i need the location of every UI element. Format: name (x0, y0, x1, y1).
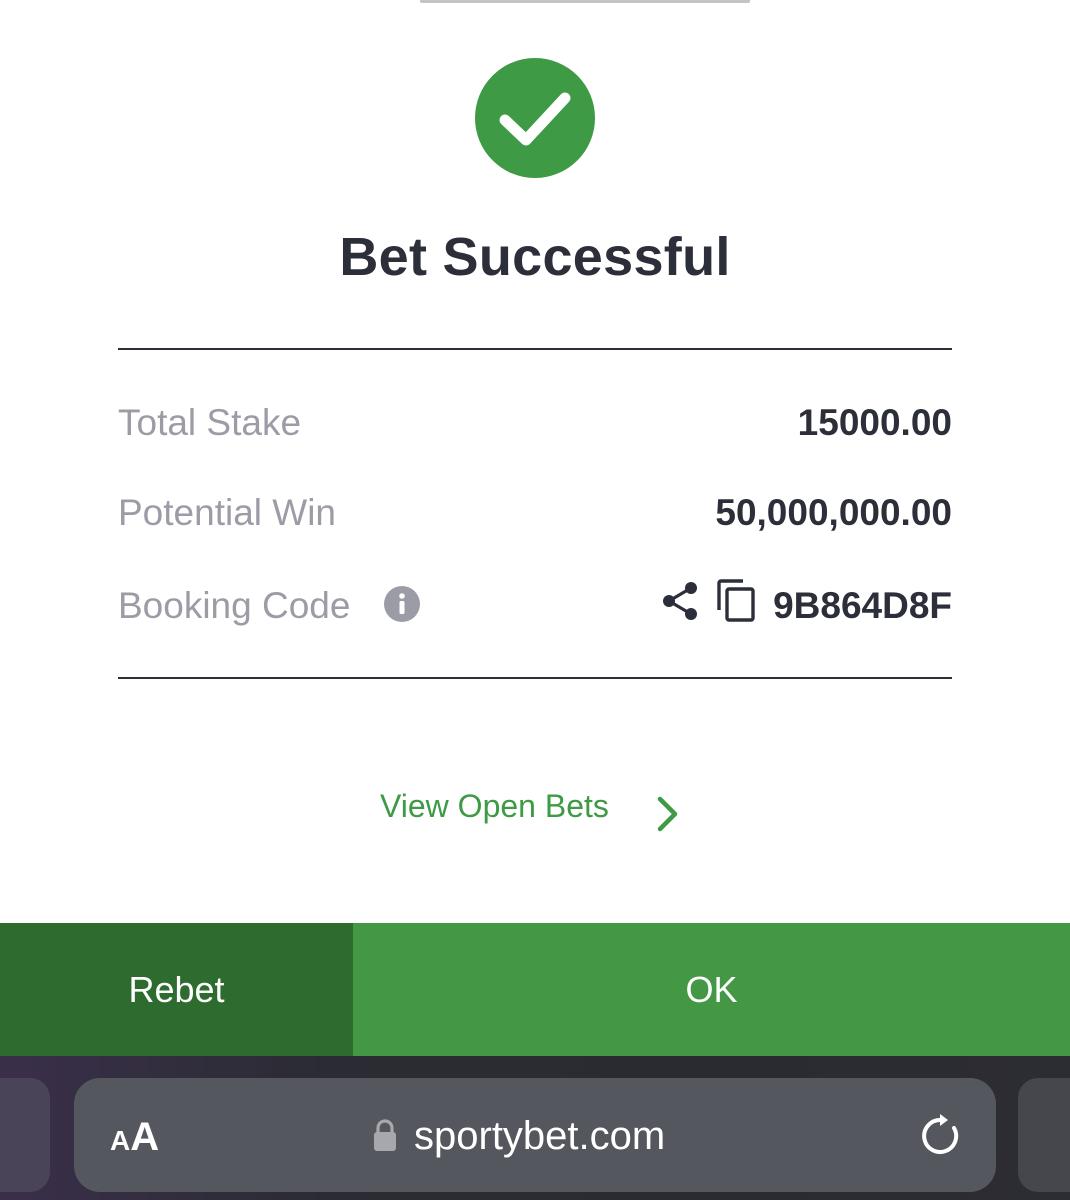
view-open-bets-link[interactable]: View Open Bets (380, 788, 609, 825)
previous-tab-edge[interactable] (0, 1078, 50, 1192)
text-size-small-glyph: A (110, 1125, 131, 1156)
chevron-right-icon[interactable] (654, 794, 682, 834)
bottom-divider (118, 677, 952, 679)
cropped-text-line (420, 0, 750, 3)
next-tab-edge[interactable] (1018, 1078, 1070, 1192)
info-icon[interactable] (384, 586, 420, 622)
url-text[interactable]: sportybet.com (414, 1114, 665, 1159)
sheet-top-edge (0, 0, 1070, 6)
potential-win-label: Potential Win (118, 492, 336, 533)
booking-code-value[interactable]: 9B864D8F (773, 585, 952, 627)
total-stake-label: Total Stake (118, 402, 302, 443)
share-icon[interactable] (660, 580, 700, 622)
text-size-large-glyph: A (130, 1115, 160, 1159)
dialog-title: Bet Successful (339, 227, 731, 287)
booking-code-label: Booking Code (118, 585, 351, 626)
text-size-button[interactable]: AA (110, 1115, 159, 1160)
ok-button[interactable]: OK (353, 923, 1070, 1056)
success-checkmark-icon (475, 58, 595, 178)
rebet-button[interactable]: Rebet (0, 923, 353, 1056)
top-divider (118, 348, 952, 350)
reload-icon[interactable] (918, 1114, 962, 1158)
potential-win-value: 50,000,000.00 (715, 492, 952, 533)
total-stake-value: 15000.00 (797, 402, 952, 443)
copy-icon[interactable] (715, 578, 757, 624)
lock-icon (374, 1119, 396, 1151)
